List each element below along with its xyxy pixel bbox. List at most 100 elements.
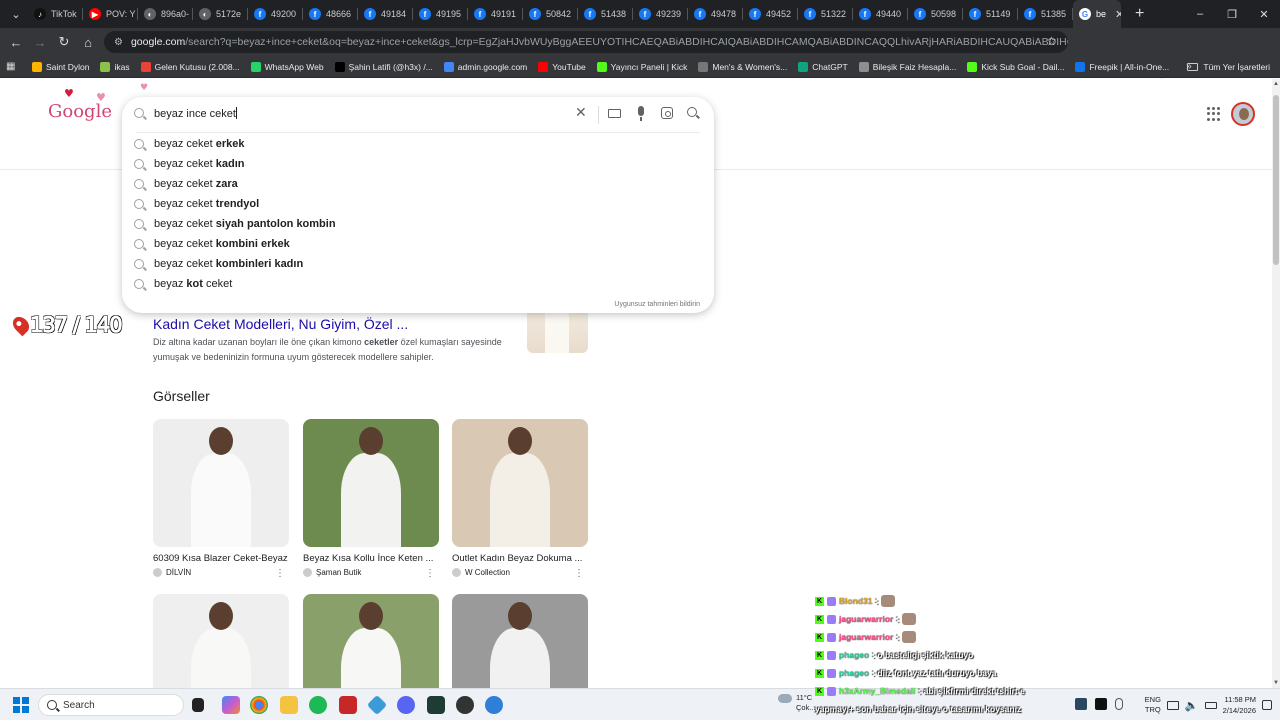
close-tab-icon[interactable]: ✕: [1115, 8, 1121, 21]
more-options-icon[interactable]: ⋮: [425, 568, 435, 579]
tab-search-button[interactable]: ⌄: [4, 3, 28, 25]
browser-tab[interactable]: ♪ TikTok: [28, 0, 83, 28]
discord-icon[interactable]: [397, 696, 415, 714]
chat-username[interactable]: h3xArmy_Bimedali: [839, 686, 916, 696]
microphone-icon[interactable]: [638, 106, 644, 121]
image-thumbnail[interactable]: [452, 594, 588, 688]
bookmark-item[interactable]: Yayıncı Paneli | Kick: [596, 61, 687, 72]
browser-tab[interactable]: f 51438: [578, 0, 633, 28]
volume-icon[interactable]: 🔈: [1185, 699, 1199, 712]
maximize-button[interactable]: ❐: [1216, 8, 1248, 21]
app-blue-icon[interactable]: [366, 694, 388, 716]
browser-tab[interactable]: f 50598: [908, 0, 963, 28]
image-thumbnail[interactable]: [153, 419, 289, 547]
weather-widget[interactable]: 11°C Çok...: [778, 693, 816, 713]
chat-username[interactable]: Blond31: [839, 596, 873, 606]
browser-tab[interactable]: f 49200: [248, 0, 303, 28]
browser-tab[interactable]: f 49184: [358, 0, 413, 28]
browser-tab[interactable]: ◐ 896a0-: [138, 0, 193, 28]
browser-tab[interactable]: f 48666: [303, 0, 358, 28]
bookmark-item[interactable]: ikas: [100, 61, 130, 72]
bookmark-item[interactable]: Kick Sub Goal - Dail...: [967, 61, 1064, 72]
image-thumbnail[interactable]: [153, 594, 289, 688]
forward-button[interactable]: →: [28, 35, 52, 50]
bookmark-item[interactable]: Freepik | All-in-One...: [1075, 61, 1169, 72]
image-result-card[interactable]: Outlet Kadın Beyaz Dokuma ... W Collectio…: [452, 419, 588, 579]
suggestion-item[interactable]: beyaz ceket kombinleri kadın: [122, 254, 714, 274]
image-caption[interactable]: Outlet Kadın Beyaz Dokuma ...: [452, 553, 588, 564]
google-apps-icon[interactable]: [1207, 107, 1221, 121]
image-thumbnail[interactable]: [303, 594, 439, 688]
apps-shortcut-icon[interactable]: ▦: [6, 61, 32, 72]
lens-camera-icon[interactable]: [661, 107, 673, 119]
bookmark-item[interactable]: Bileşik Faiz Hesapla...: [858, 61, 956, 72]
suggestion-item[interactable]: beyaz ceket trendyol: [122, 194, 714, 214]
battery-icon[interactable]: [1204, 701, 1217, 709]
image-source[interactable]: W Collection ⋮: [452, 568, 588, 579]
app-red-icon[interactable]: [339, 696, 357, 714]
suggestion-item[interactable]: beyaz ceket siyah pantolon kombin: [122, 214, 714, 234]
search-submit-icon[interactable]: [687, 107, 697, 117]
suggestion-item[interactable]: beyaz ceket erkek: [122, 134, 714, 154]
windows-start-icon[interactable]: [13, 697, 29, 713]
image-thumbnail[interactable]: [303, 419, 439, 547]
browser-tab[interactable]: f 49195: [413, 0, 468, 28]
bookmark-item[interactable]: ChatGPT: [798, 61, 848, 72]
image-source[interactable]: Şaman Butik ⋮: [303, 568, 439, 579]
suggestion-item[interactable]: beyaz ceket kadın: [122, 154, 714, 174]
image-source[interactable]: DİLVİN ⋮: [153, 568, 289, 579]
browser-tab[interactable]: f 51149: [963, 0, 1018, 28]
image-result-card[interactable]: [303, 594, 439, 688]
close-window-button[interactable]: ✕: [1248, 8, 1280, 21]
browser-tab[interactable]: ◐ 5172e: [193, 0, 248, 28]
clear-search-icon[interactable]: ✕: [575, 104, 587, 121]
bookmark-item[interactable]: YouTube: [538, 61, 586, 72]
new-tab-button[interactable]: +: [1135, 5, 1144, 23]
suggestion-item[interactable]: beyaz ceket kombini erkek: [122, 234, 714, 254]
back-button[interactable]: ←: [4, 35, 28, 50]
copilot-icon[interactable]: [222, 696, 240, 714]
chrome-icon[interactable]: [250, 696, 268, 714]
image-result-card[interactable]: [153, 594, 289, 688]
scrollbar-thumb[interactable]: [1273, 95, 1279, 265]
spotify-icon[interactable]: [309, 696, 327, 714]
home-button[interactable]: ⌂: [76, 35, 100, 50]
minimize-button[interactable]: –: [1184, 8, 1216, 20]
site-info-icon[interactable]: ⚙: [114, 37, 123, 48]
scroll-down-arrow[interactable]: ▼: [1273, 680, 1279, 686]
chat-username[interactable]: phageo: [839, 668, 869, 678]
chat-username[interactable]: jaguarwarrior: [839, 614, 893, 624]
bookmark-item[interactable]: Men's & Women's...: [698, 61, 787, 72]
more-options-icon[interactable]: ⋮: [275, 568, 285, 579]
more-options-icon[interactable]: ⋮: [574, 568, 584, 579]
tab-active[interactable]: G be ✕: [1073, 0, 1121, 28]
image-thumbnail[interactable]: [452, 419, 588, 547]
app-dark-icon[interactable]: [456, 696, 474, 714]
notifications-icon[interactable]: [1262, 700, 1272, 710]
image-caption[interactable]: 60309 Kısa Blazer Ceket-Beyaz: [153, 553, 289, 564]
browser-tab[interactable]: f 49440: [853, 0, 908, 28]
browser-tab[interactable]: f 49239: [633, 0, 688, 28]
bookmark-item[interactable]: WhatsApp Web: [250, 61, 324, 72]
page-scrollbar[interactable]: ▲ ▼: [1272, 79, 1280, 688]
browser-tab[interactable]: f 49191: [468, 0, 523, 28]
terminal-icon[interactable]: [427, 696, 445, 714]
app-blue-round-icon[interactable]: [485, 696, 503, 714]
browser-tab[interactable]: f 50842: [523, 0, 578, 28]
reload-button[interactable]: ↻: [52, 34, 76, 50]
microphone-tray-icon[interactable]: [1115, 698, 1123, 710]
browser-tab[interactable]: f 49452: [743, 0, 798, 28]
clock[interactable]: 11:58 PM 2/14/2026: [1223, 694, 1256, 716]
bookmark-item[interactable]: Gelen Kutusu (2.008...: [140, 61, 240, 72]
bookmark-item[interactable]: Saint Dylon: [32, 61, 89, 72]
browser-tab[interactable]: f 51322: [798, 0, 853, 28]
all-bookmarks-folder[interactable]: Tüm Yer İşaretleri: [1187, 56, 1270, 78]
suggestion-item[interactable]: beyaz ceket zara: [122, 174, 714, 194]
task-view-icon[interactable]: [192, 698, 204, 712]
bookmark-item[interactable]: Şahin Latifi (@h3x) /...: [334, 61, 433, 72]
search-input[interactable]: beyaz ince ceket: [154, 107, 237, 120]
report-predictions-link[interactable]: Uygunsuz tahminleri bildirin: [614, 301, 700, 308]
image-result-card[interactable]: 60309 Kısa Blazer Ceket-Beyaz DİLVİN ⋮: [153, 419, 289, 579]
keyboard-icon[interactable]: [608, 109, 621, 118]
chat-username[interactable]: jaguarwarrior: [839, 632, 893, 642]
